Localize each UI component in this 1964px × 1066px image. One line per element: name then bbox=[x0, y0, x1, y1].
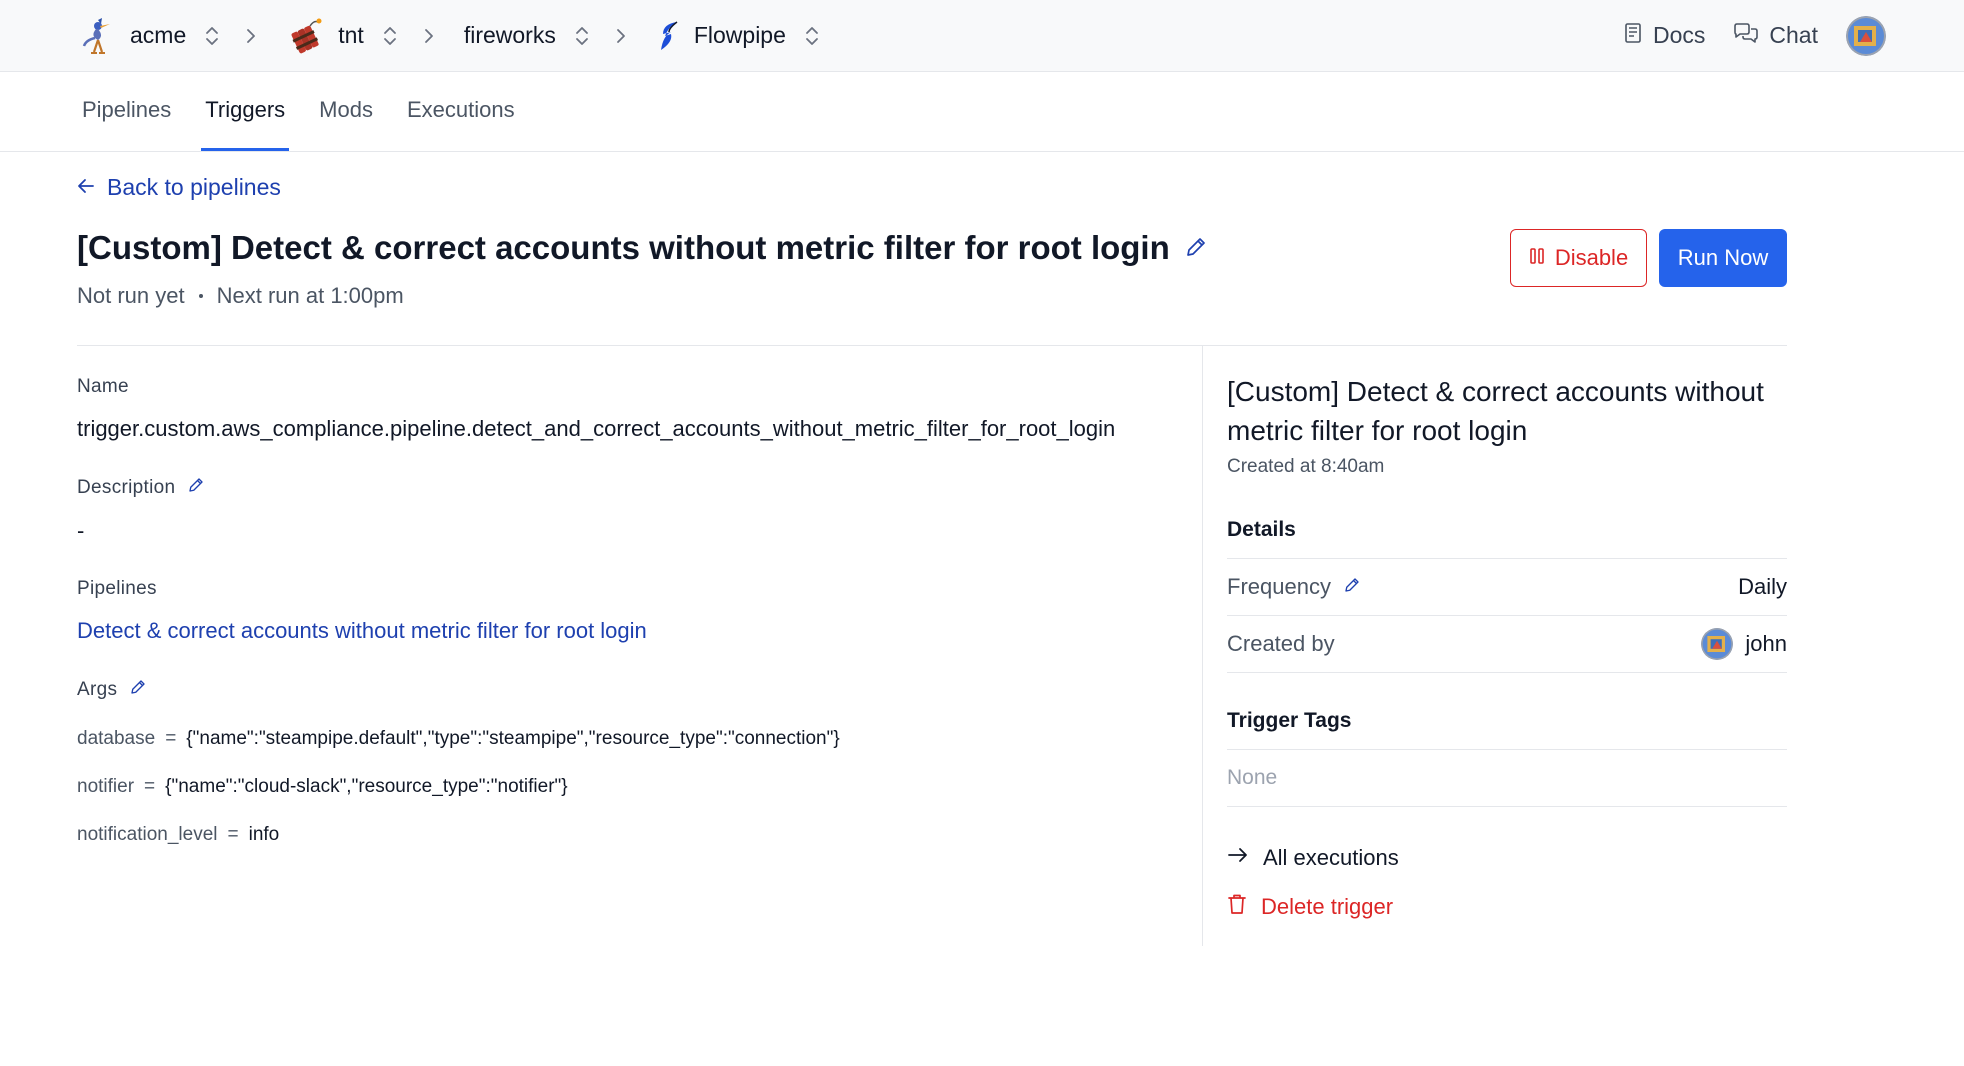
description-label-text: Description bbox=[77, 477, 176, 498]
roadrunner-logo-icon bbox=[78, 16, 118, 56]
page-title: [Custom] Detect & correct accounts witho… bbox=[77, 229, 1208, 267]
page-header: [Custom] Detect & correct accounts witho… bbox=[77, 229, 1787, 309]
arg-value: {"name":"steampipe.default","type":"stea… bbox=[186, 728, 840, 749]
breadcrumb-label: acme bbox=[130, 22, 187, 48]
arg-key: notification_level bbox=[77, 824, 218, 845]
pencil-icon[interactable] bbox=[187, 476, 205, 500]
args-label-text: Args bbox=[77, 679, 118, 700]
created-at-text: Created at 8:40am bbox=[1227, 456, 1385, 477]
name-value: trigger.custom.aws_compliance.pipeline.d… bbox=[77, 416, 1116, 441]
chevron-up-down-icon[interactable] bbox=[804, 25, 820, 47]
tab-bar: Pipelines Triggers Mods Executions bbox=[0, 72, 1964, 152]
top-bar: acme tnt fireworks Flowpipe Docs Chat bbox=[0, 0, 1964, 72]
breadcrumb-workspace-tnt[interactable]: tnt bbox=[286, 16, 398, 56]
chat-bubbles-icon bbox=[1733, 22, 1759, 50]
docs-link[interactable]: Docs bbox=[1623, 22, 1705, 50]
description-label: Description bbox=[77, 476, 1202, 500]
trigger-tags-heading: Trigger Tags bbox=[1227, 709, 1787, 750]
disable-label: Disable bbox=[1554, 245, 1629, 270]
page-title-text: [Custom] Detect & correct accounts witho… bbox=[77, 229, 1170, 266]
frequency-value: Daily bbox=[1738, 574, 1787, 599]
trigger-sidebar: [Custom] Detect & correct accounts witho… bbox=[1203, 346, 1787, 946]
user-avatar[interactable] bbox=[1846, 15, 1886, 56]
separator-dot bbox=[198, 294, 203, 298]
created-by-value: john bbox=[1701, 628, 1787, 660]
created-by-label: Created by bbox=[1227, 631, 1335, 656]
tab-mods[interactable]: Mods bbox=[315, 72, 377, 151]
breadcrumb-mod-fireworks[interactable]: fireworks bbox=[464, 22, 590, 49]
args-label: Args bbox=[77, 678, 1202, 702]
equals-sign: = bbox=[144, 776, 156, 797]
pencil-icon[interactable] bbox=[129, 678, 147, 702]
back-to-pipelines-link[interactable]: Back to pipelines bbox=[77, 174, 281, 201]
book-icon bbox=[1623, 22, 1643, 50]
pipeline-link[interactable]: Detect & correct accounts without metric… bbox=[77, 618, 1159, 644]
delete-trigger-link[interactable]: Delete trigger bbox=[1227, 893, 1393, 921]
trigger-details-panel: Name trigger.custom.aws_compliance.pipel… bbox=[77, 346, 1203, 946]
chevron-up-down-icon[interactable] bbox=[382, 25, 398, 47]
arg-key: database bbox=[77, 728, 156, 749]
run-now-button[interactable]: Run Now bbox=[1659, 229, 1787, 287]
pipelines-label: Pipelines bbox=[77, 578, 157, 599]
next-run-text: Next run at 1:00pm bbox=[216, 283, 404, 308]
created-by-name: john bbox=[1745, 631, 1787, 656]
delete-trigger-label: Delete trigger bbox=[1261, 894, 1394, 919]
all-executions-link[interactable]: All executions bbox=[1227, 845, 1399, 871]
chevron-up-down-icon[interactable] bbox=[574, 25, 590, 47]
breadcrumb-label: fireworks bbox=[463, 22, 556, 48]
back-label: Back to pipelines bbox=[107, 174, 281, 200]
tab-executions[interactable]: Executions bbox=[403, 72, 519, 151]
main-content: Back to pipelines [Custom] Detect & corr… bbox=[0, 174, 1964, 946]
arrow-right-icon bbox=[1227, 845, 1249, 871]
pause-icon bbox=[1529, 245, 1545, 271]
arg-value: {"name":"cloud-slack","resource_type":"n… bbox=[165, 776, 568, 797]
arg-row: notification_level = info bbox=[77, 824, 1202, 846]
breadcrumb-product-flowpipe[interactable]: Flowpipe bbox=[656, 16, 820, 56]
chevron-right-icon bbox=[422, 25, 436, 47]
docs-label: Docs bbox=[1653, 22, 1706, 48]
args-field: Args database = {"name":"steampipe.defau… bbox=[77, 678, 1202, 846]
status-text: Not run yet bbox=[77, 283, 185, 308]
sidebar-title: [Custom] Detect & correct accounts witho… bbox=[1227, 376, 1764, 446]
arg-row: notifier = {"name":"cloud-slack","resour… bbox=[77, 776, 1202, 798]
arg-key: notifier bbox=[77, 776, 135, 797]
dynamite-logo-icon bbox=[286, 16, 326, 56]
all-executions-label: All executions bbox=[1263, 845, 1399, 870]
breadcrumb-org-acme[interactable]: acme bbox=[78, 16, 220, 56]
frequency-row: Frequency Daily bbox=[1227, 559, 1787, 616]
chevron-right-icon bbox=[244, 25, 258, 47]
breadcrumb: acme tnt fireworks Flowpipe bbox=[78, 16, 820, 56]
chevron-right-icon bbox=[614, 25, 628, 47]
frequency-label-text: Frequency bbox=[1227, 574, 1331, 599]
flowpipe-logo-icon bbox=[656, 16, 682, 56]
arg-value: info bbox=[248, 824, 280, 845]
description-field: Description - bbox=[77, 476, 1202, 544]
trash-icon bbox=[1227, 893, 1247, 921]
frequency-label: Frequency bbox=[1227, 574, 1361, 600]
arg-row: database = {"name":"steampipe.default","… bbox=[77, 728, 1202, 750]
equals-sign: = bbox=[165, 728, 177, 749]
breadcrumb-label: Flowpipe bbox=[693, 22, 786, 48]
pencil-icon[interactable] bbox=[1184, 229, 1208, 267]
breadcrumb-label: tnt bbox=[338, 22, 364, 48]
chat-link[interactable]: Chat bbox=[1733, 22, 1818, 50]
description-value: - bbox=[77, 518, 85, 543]
details-heading: Details bbox=[1227, 518, 1787, 559]
name-label: Name bbox=[77, 376, 129, 397]
equals-sign: = bbox=[227, 824, 239, 845]
user-avatar bbox=[1701, 628, 1734, 660]
chat-label: Chat bbox=[1769, 22, 1818, 48]
tab-triggers[interactable]: Triggers bbox=[201, 72, 290, 151]
arrow-left-icon bbox=[77, 174, 95, 201]
chevron-up-down-icon[interactable] bbox=[204, 25, 220, 47]
tab-pipelines[interactable]: Pipelines bbox=[78, 72, 175, 151]
created-by-row: Created by john bbox=[1227, 616, 1787, 673]
run-status: Not run yet Next run at 1:00pm bbox=[77, 283, 1208, 309]
pencil-icon[interactable] bbox=[1343, 574, 1361, 600]
tags-empty-text: None bbox=[1227, 750, 1787, 807]
pipelines-field: Pipelines Detect & correct accounts with… bbox=[77, 578, 1202, 644]
name-field: Name trigger.custom.aws_compliance.pipel… bbox=[77, 376, 1202, 442]
disable-button[interactable]: Disable bbox=[1510, 229, 1647, 287]
